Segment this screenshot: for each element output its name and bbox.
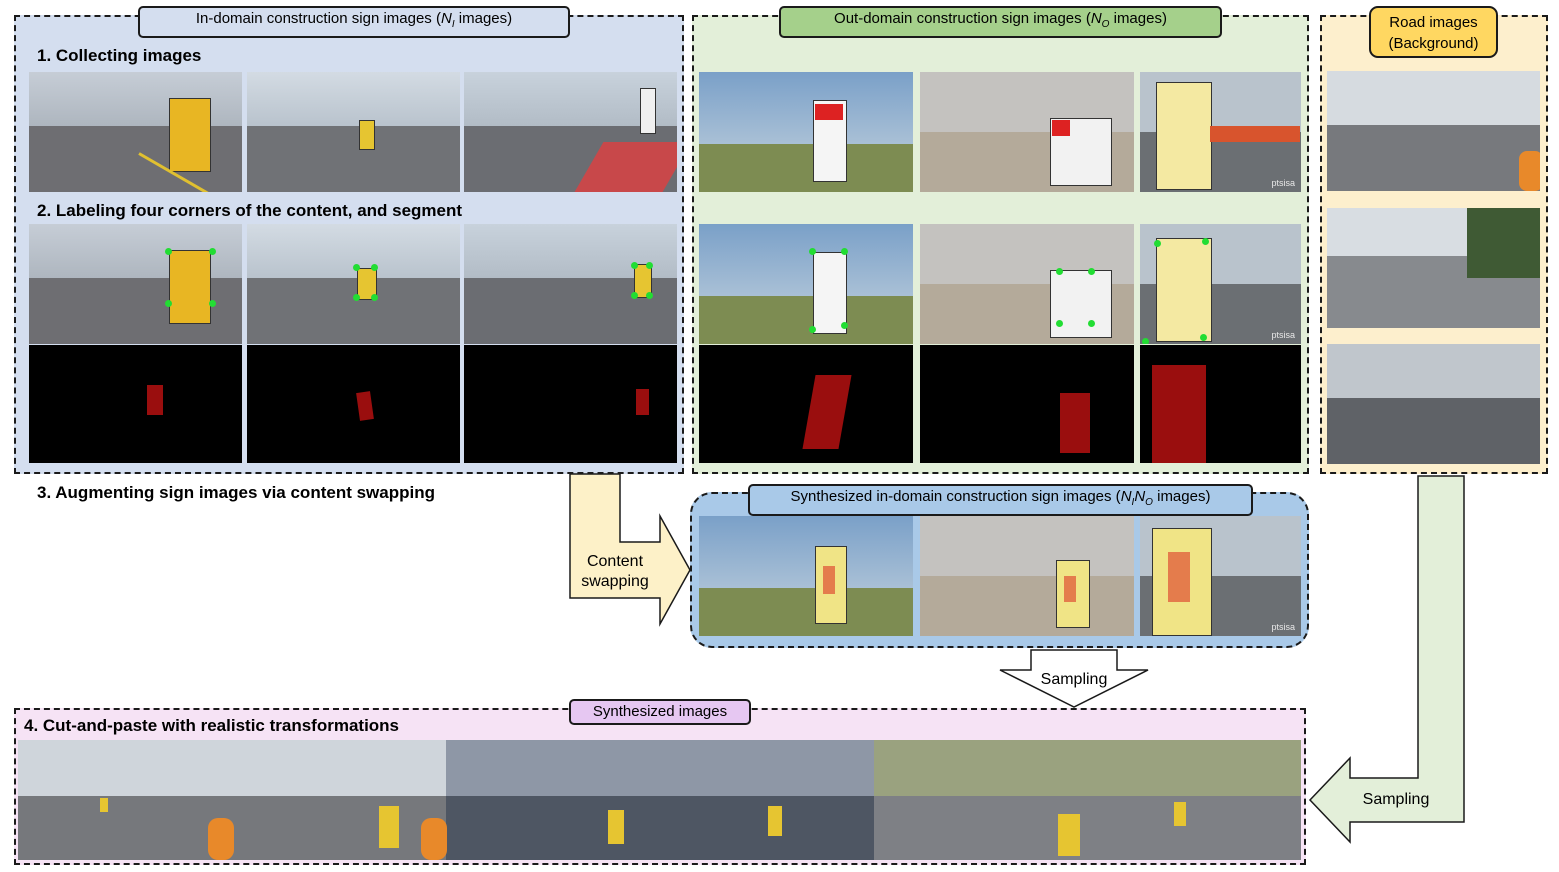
sampling-left-label: Sampling bbox=[1362, 791, 1430, 808]
sampling-left-arrow bbox=[1308, 475, 1465, 844]
